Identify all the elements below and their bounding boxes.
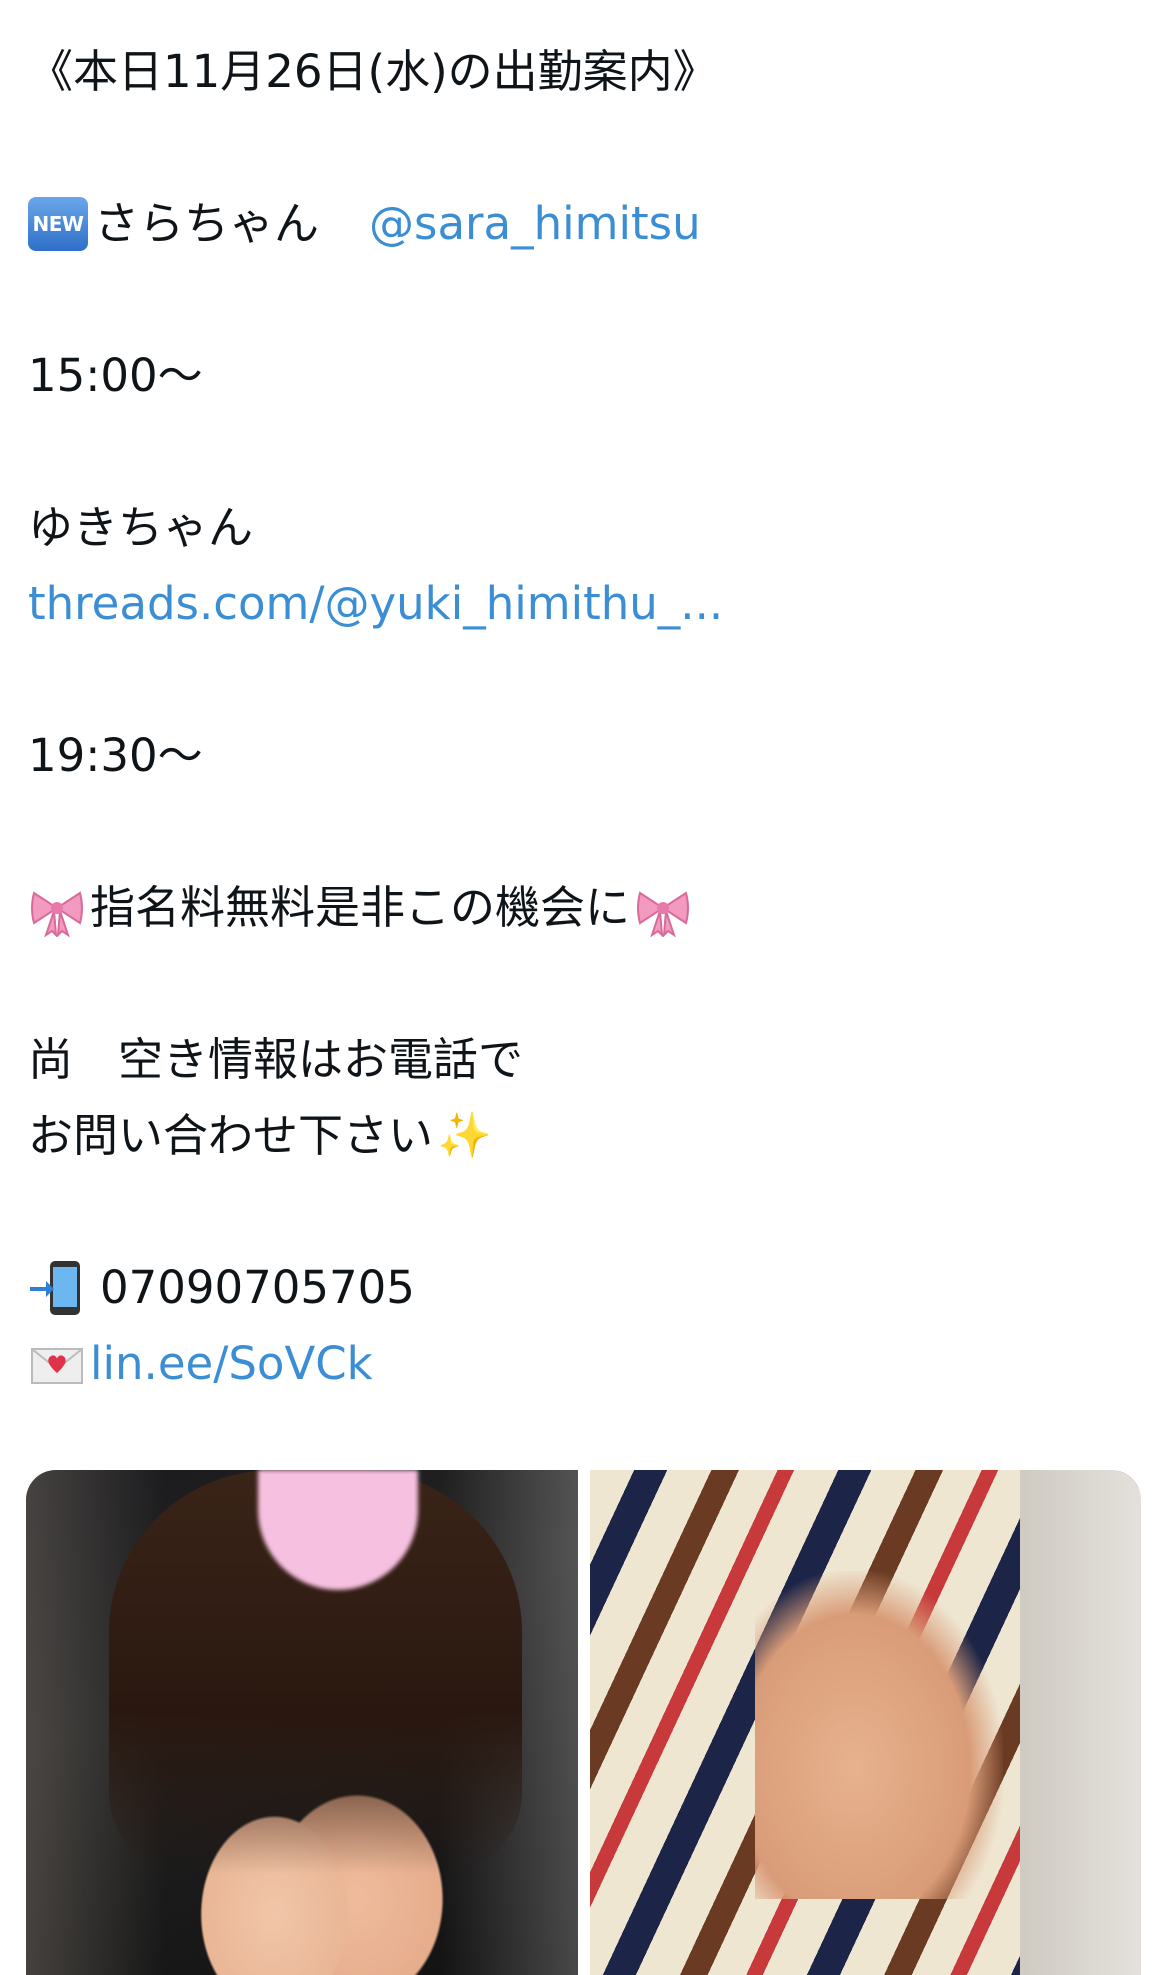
schedule-heading: 《本日11月26日(水)の出勤案内》 [28,45,718,98]
line-link[interactable]: lin.ee/SoVCk [90,1326,373,1402]
cast1-name: さらちゃん [94,197,320,250]
ribbon-icon [28,879,86,938]
note-line-1: 尚 空き情報はお電話で [28,1033,524,1086]
cast1-time: 15:00〜 [28,349,203,402]
photo-left[interactable] [26,1470,578,1975]
photo-right[interactable] [589,1470,1141,1975]
sparkles-icon: ✨ [437,1110,492,1161]
cast2-name: ゆきちゃん [28,501,254,554]
phone-number[interactable]: 07090705705 [100,1250,415,1326]
love-letter-icon [28,1335,86,1393]
cast2-threads-link[interactable]: threads.com/@yuki_himithu_... [28,566,1128,642]
cast2-time: 19:30〜 [28,729,203,782]
cast1-handle-link[interactable]: @sara_himitsu [369,186,701,262]
mobile-phone-arrow-icon [28,1259,86,1317]
post-body: 《本日11月26日(水)の出勤案内》 NEW さらちゃん @sara_himit… [28,34,1128,1402]
note-line-2: お問い合わせ下さい [28,1109,434,1162]
new-badge-icon: NEW [28,197,88,251]
ribbon-icon [634,879,692,938]
promo-text: 指名料無料是非この機会に [90,881,631,934]
media-grid [26,1470,1141,1975]
